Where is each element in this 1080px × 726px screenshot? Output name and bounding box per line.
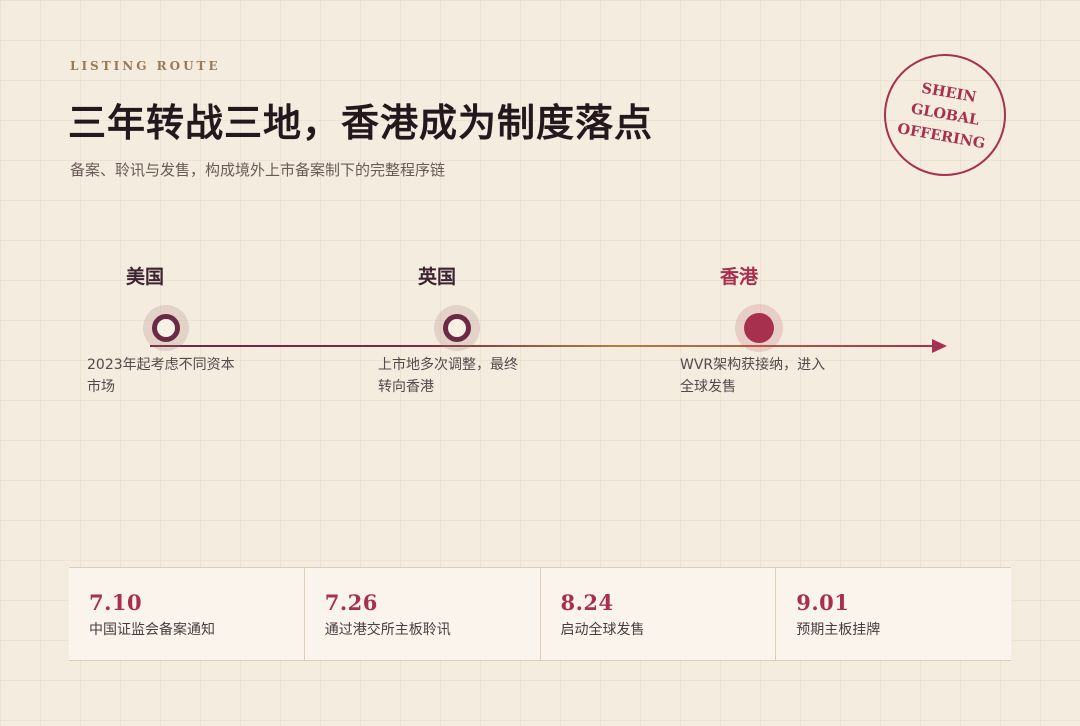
milestone-text: 中国证监会备案通知	[89, 622, 215, 638]
desc-line: 2023年起考虑不同资本	[87, 357, 235, 373]
desc-line: 转向香港	[378, 379, 434, 395]
timeline-track	[150, 345, 934, 347]
milestone-text: 预期主板挂牌	[796, 622, 881, 638]
milestone-card: 7.10 中国证监会备案通知	[69, 568, 305, 660]
desc-line: 全球发售	[680, 379, 736, 395]
desc-line: 市场	[87, 379, 115, 395]
milestone-text: 通过港交所主板聆讯	[324, 622, 451, 638]
milestone-date: 7.26	[324, 590, 378, 615]
desc-line: 上市地多次调整，最终	[378, 357, 518, 373]
shein-offering-stamp: SHEIN GLOBAL OFFERING	[874, 44, 1016, 186]
timeline-stop-label-uk: 英国	[417, 266, 456, 288]
timeline-node-usa	[152, 314, 180, 342]
milestone-card: 7.26 通过港交所主板聆讯	[305, 568, 541, 660]
milestone-cards: 7.10 中国证监会备案通知 7.26 通过港交所主板聆讯 8.24 启动全球发…	[69, 567, 1011, 661]
milestone-date: 8.24	[560, 590, 614, 615]
milestone-text: 启动全球发售	[560, 622, 645, 638]
milestone-date: 7.10	[89, 590, 143, 615]
milestone-date: 9.01	[796, 590, 850, 615]
page-subtitle: 备案、聆讯与发售，构成境外上市备案制下的完整程序链	[70, 161, 446, 179]
timeline-stop-desc-uk: 上市地多次调整，最终 转向香港	[378, 354, 538, 398]
milestone-card: 8.24 启动全球发售	[541, 568, 777, 660]
page-title: 三年转战三地，香港成为制度落点	[68, 100, 654, 145]
timeline-stop-desc-hongkong: WVR架构获接纳，进入 全球发售	[680, 354, 840, 398]
milestone-card: 9.01 预期主板挂牌	[776, 568, 1011, 660]
desc-line: WVR架构获接纳，进入	[680, 357, 826, 373]
timeline-stop-label-usa: 美国	[125, 266, 164, 288]
timeline-arrow-icon	[932, 339, 947, 353]
timeline-stop-label-hongkong: 香港	[719, 266, 758, 288]
section-eyebrow: LISTING ROUTE	[70, 59, 221, 73]
timeline-node-hongkong	[744, 313, 774, 343]
timeline-node-uk	[443, 314, 471, 342]
timeline-stop-desc-usa: 2023年起考虑不同资本 市场	[87, 354, 247, 398]
